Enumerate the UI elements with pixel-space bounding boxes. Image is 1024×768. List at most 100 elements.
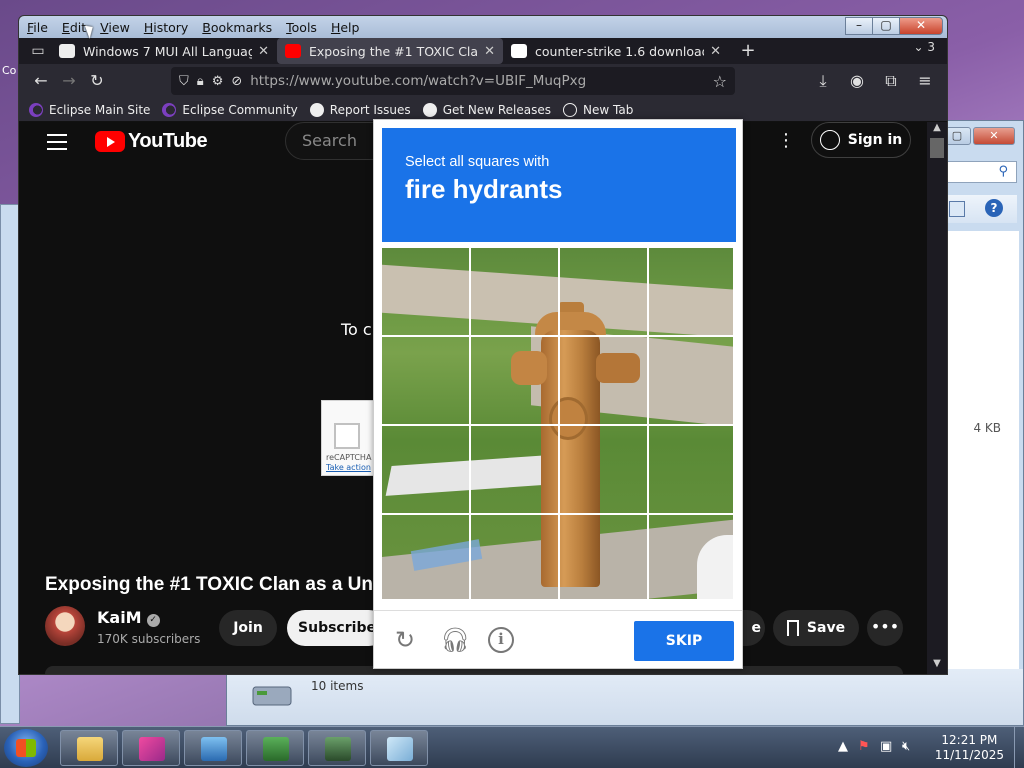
captcha-tile[interactable] [649, 515, 736, 602]
bookmark-star-icon[interactable]: ☆ [713, 72, 727, 91]
tab-count: 3 [927, 40, 935, 54]
captcha-tile[interactable] [382, 248, 469, 335]
sign-in-button[interactable]: Sign in [811, 122, 911, 158]
bookmark-new-tab[interactable]: New Tab [563, 102, 633, 117]
close-button[interactable]: ✕ [899, 17, 943, 35]
reload-challenge-icon[interactable]: ↻ [392, 627, 418, 653]
captcha-tile[interactable] [649, 248, 736, 335]
start-button[interactable] [4, 729, 48, 767]
extensions-icon[interactable]: ⧉ [877, 67, 905, 95]
maximize-button[interactable]: ▢ [872, 17, 900, 35]
menu-tools[interactable]: Tools [286, 20, 317, 35]
shield-icon[interactable]: ⛉ [179, 74, 189, 89]
taskbar-app-chip[interactable] [308, 730, 366, 766]
search-icon: ⚲ [998, 164, 1008, 179]
lock-icon[interactable]: 🔒︎ [197, 74, 204, 89]
clock[interactable]: 12:21 PM 11/11/2025 [935, 733, 1004, 763]
tab-title: Exposing the #1 TOXIC Clan as a [309, 43, 479, 59]
captcha-tile[interactable] [560, 337, 647, 424]
info-icon[interactable]: i [488, 627, 514, 653]
close-tab-icon[interactable]: ✕ [258, 44, 269, 59]
channel-avatar[interactable] [45, 606, 85, 646]
scroll-up-icon[interactable]: ▲ [927, 122, 947, 138]
recaptcha-checkbox[interactable] [334, 423, 360, 449]
captcha-tile[interactable] [382, 426, 469, 513]
captcha-tile[interactable] [382, 337, 469, 424]
explorer-close-button[interactable]: ✕ [973, 127, 1015, 145]
eclipse-icon [162, 102, 177, 117]
downloads-icon[interactable]: ⤓ [809, 67, 837, 95]
menu-edit[interactable]: Edit [62, 20, 86, 35]
youtube-logo[interactable]: YouTube [95, 130, 208, 153]
github-icon [422, 102, 437, 117]
menu-bookmarks[interactable]: Bookmarks [202, 20, 272, 35]
page-scrollbar[interactable]: ▲ ▼ [927, 122, 947, 674]
view-mode-icon[interactable] [949, 201, 965, 217]
captcha-tile[interactable] [560, 426, 647, 513]
join-button[interactable]: Join [219, 610, 277, 646]
challenge-header: Select all squares with fire hydrants [382, 128, 736, 242]
skip-button[interactable]: SKIP [634, 621, 734, 661]
action-center-icon[interactable]: ⚑ [858, 739, 870, 754]
tab-counter-strike[interactable]: counter-strike 1.6 download - Fr ✕ [503, 38, 729, 64]
captcha-tile[interactable] [382, 515, 469, 602]
captcha-tile[interactable] [560, 248, 647, 335]
network-icon[interactable]: ▣ [880, 739, 892, 754]
tab-youtube[interactable]: Exposing the #1 TOXIC Clan as a ✕ [277, 38, 503, 64]
captcha-tile[interactable] [471, 426, 558, 513]
captcha-tile[interactable] [471, 515, 558, 602]
bookmark-eclipse-main[interactable]: Eclipse Main Site [29, 102, 150, 117]
menu-file[interactable]: File [27, 20, 48, 35]
video-message: To c [341, 320, 372, 339]
minimize-button[interactable]: – [845, 17, 873, 35]
more-actions-button[interactable]: ••• [867, 610, 903, 646]
show-hidden-icons-icon[interactable]: ▲ [838, 739, 848, 754]
subscribe-button[interactable]: Subscribe [287, 610, 387, 646]
list-all-tabs-button[interactable]: ⌄ 3 [913, 40, 935, 54]
bookmark-eclipse-community[interactable]: Eclipse Community [162, 102, 298, 117]
volume-muted-icon[interactable]: 🔇︎ [902, 739, 910, 754]
taskbar-app-blue[interactable] [184, 730, 242, 766]
captcha-tile[interactable] [649, 426, 736, 513]
channel-name[interactable]: KaiM ✓ [97, 608, 160, 627]
back-arrow-icon[interactable]: ← [27, 67, 55, 95]
menu-hamburger-icon[interactable]: ≡ [911, 67, 939, 95]
taskbar-app-monitor[interactable] [246, 730, 304, 766]
firefox-view-icon[interactable]: ▭ [25, 43, 51, 59]
user-icon [819, 130, 840, 150]
save-button[interactable]: Save [773, 610, 859, 646]
scroll-thumb[interactable] [930, 138, 944, 158]
permissions-icon[interactable]: ⚙ [212, 74, 224, 89]
help-icon[interactable]: ? [985, 199, 1003, 217]
forward-arrow-icon[interactable]: → [55, 67, 83, 95]
show-desktop-button[interactable] [1014, 727, 1024, 768]
headphones-icon[interactable]: 🎧︎ [440, 627, 470, 653]
reload-icon[interactable]: ↻ [83, 67, 111, 95]
taskbar-explorer[interactable] [60, 730, 118, 766]
new-tab-button[interactable]: + [735, 40, 761, 62]
autoplay-blocked-icon[interactable]: ⊘ [231, 74, 242, 89]
url-bar[interactable]: ⛉ 🔒︎ ⚙ ⊘ https://www.youtube.com/watch?v… [171, 67, 735, 95]
captcha-tile[interactable] [471, 337, 558, 424]
account-icon[interactable]: ◉ [843, 67, 871, 95]
monitor-icon [263, 737, 289, 761]
scroll-down-icon[interactable]: ▼ [927, 658, 947, 674]
captcha-tile[interactable] [471, 248, 558, 335]
captcha-tile[interactable] [560, 515, 647, 602]
menu-help[interactable]: Help [331, 20, 360, 35]
bookmark-get-new-releases[interactable]: Get New Releases [422, 102, 551, 117]
menu-history[interactable]: History [144, 20, 188, 35]
recaptcha-take-action-link[interactable]: Take action [326, 463, 371, 472]
taskbar-app-pink[interactable] [122, 730, 180, 766]
guide-menu-icon[interactable] [47, 134, 67, 150]
close-tab-icon[interactable]: ✕ [484, 44, 495, 59]
settings-kebab-icon[interactable]: ⋮ [777, 130, 795, 151]
close-tab-icon[interactable]: ✕ [710, 44, 721, 59]
youtube-search-input[interactable]: Search [285, 122, 385, 160]
captcha-tile[interactable] [649, 337, 736, 424]
github-icon [309, 102, 324, 117]
tab-windows7-mui[interactable]: Windows 7 MUI All Language Pa ✕ [51, 38, 277, 64]
menu-view[interactable]: View [100, 20, 130, 35]
bookmark-report-issues[interactable]: Report Issues [309, 102, 411, 117]
taskbar-app-glass[interactable] [370, 730, 428, 766]
